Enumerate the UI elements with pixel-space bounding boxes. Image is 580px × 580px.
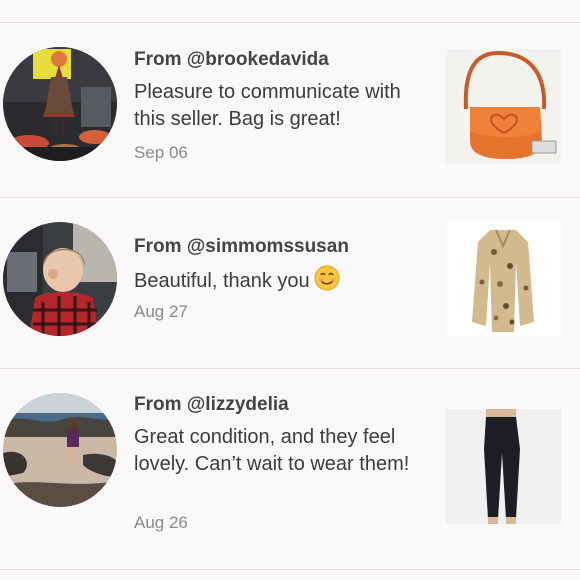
listing-thumbnail[interactable] — [446, 222, 561, 337]
smiling-face-emoji-icon — [314, 265, 340, 299]
review-message: Beautiful, thank you — [134, 265, 424, 299]
black-pants-photo-icon — [446, 409, 561, 524]
reviewer-username[interactable]: From @simmomssusan — [134, 236, 349, 258]
review-message: Great condition, and they feel lovely. C… — [134, 426, 410, 475]
review-message-text: Beautiful, thank you — [134, 270, 310, 292]
floral-coat-photo-icon — [446, 222, 561, 337]
review-date: Sep 06 — [134, 143, 188, 162]
review-item[interactable]: From @brookedavida Pleasure to communica… — [0, 0, 580, 197]
review-message: Pleasure to communicate with this seller… — [134, 81, 401, 130]
reviewer-avatar[interactable] — [3, 393, 117, 507]
reviewer-avatar[interactable] — [3, 222, 117, 336]
orange-heart-bag-photo-icon — [446, 49, 561, 164]
review-date: Aug 26 — [134, 513, 188, 532]
divider — [0, 569, 580, 570]
review-item[interactable]: From @simmomssusan Beautiful, thank you … — [0, 198, 580, 368]
review-item[interactable]: From @lizzydelia Great condition, and th… — [0, 369, 580, 569]
reviewer-username[interactable]: From @brookedavida — [134, 49, 329, 71]
toddler-in-plaid-photo-icon — [3, 222, 117, 336]
review-date: Aug 27 — [134, 302, 188, 321]
child-on-beach-photo-icon — [3, 393, 117, 507]
listing-thumbnail[interactable] — [446, 49, 561, 164]
reviewer-avatar[interactable] — [3, 47, 117, 161]
listing-thumbnail[interactable] — [446, 409, 561, 524]
girl-on-drums-photo-icon — [3, 47, 117, 161]
reviewer-username[interactable]: From @lizzydelia — [134, 394, 289, 416]
